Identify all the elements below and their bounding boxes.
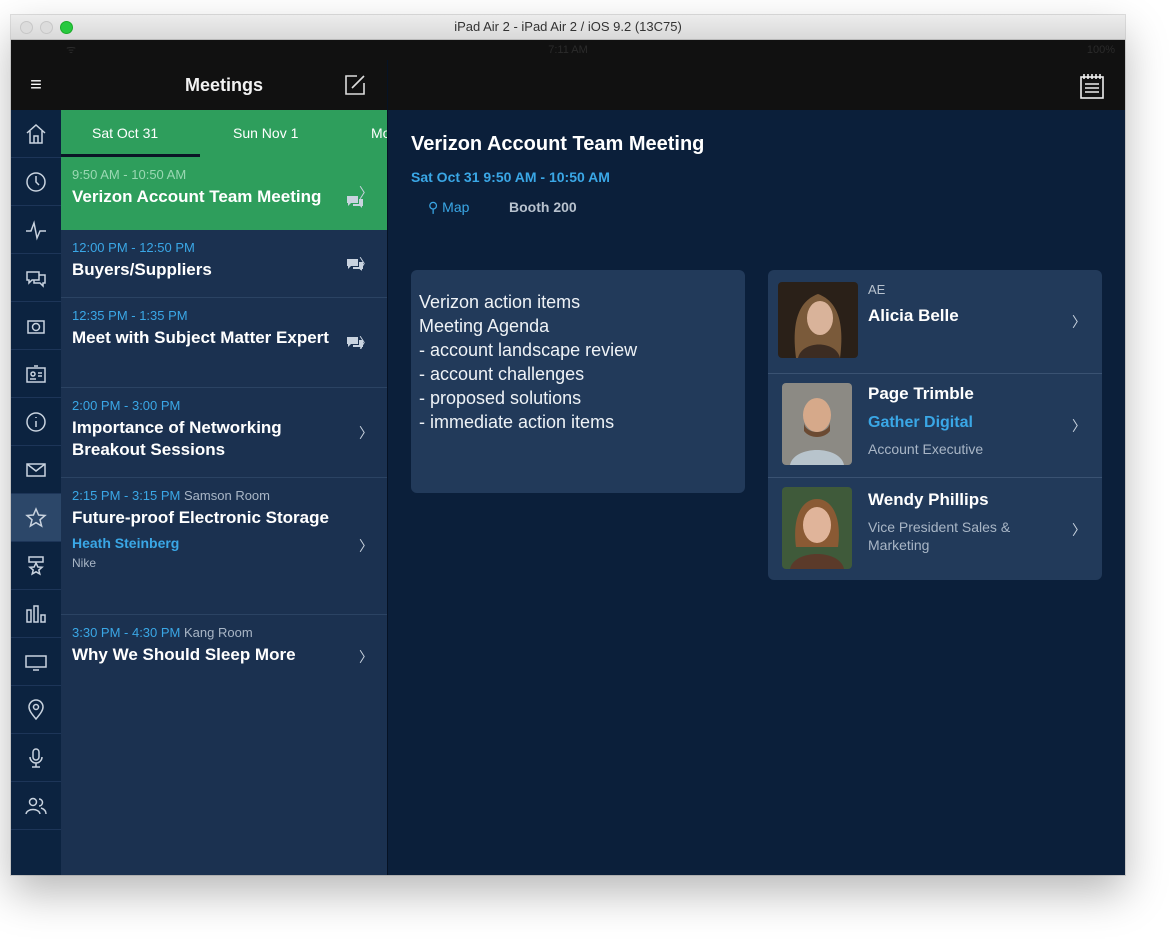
- window-title: iPad Air 2 - iPad Air 2 / iOS 9.2 (13C75…: [454, 19, 682, 34]
- meeting-name: Meet with Subject Matter Expert: [72, 328, 329, 347]
- meeting-time: 3:30 PM - 4:30 PM: [72, 625, 181, 640]
- camera-icon[interactable]: [11, 302, 61, 350]
- map-label: Map: [442, 199, 470, 215]
- meeting-organization: Nike: [72, 556, 97, 570]
- compose-icon[interactable]: [343, 73, 367, 97]
- menu-icon[interactable]: ≡: [11, 60, 61, 110]
- attendee-name: Alicia Belle: [868, 306, 959, 325]
- chevron-right-icon: 〉: [1072, 521, 1086, 538]
- avatar: [782, 383, 852, 465]
- notes-line: - proposed solutions: [419, 388, 582, 408]
- meeting-title: Verizon Account Team Meeting: [411, 133, 705, 155]
- chevron-right-icon: 〉: [359, 334, 373, 351]
- chevron-right-icon: 〉: [359, 185, 373, 201]
- meeting-list-item[interactable]: 2:00 PM - 3:00 PM Importance of Networki…: [61, 388, 387, 478]
- simulator-window: iPad Air 2 - iPad Air 2 / iOS 9.2 (13C75…: [11, 15, 1125, 875]
- meeting-detail-pane: Verizon Account Team Meeting Sat Oct 31 …: [388, 60, 1125, 875]
- display-icon[interactable]: [11, 638, 61, 686]
- title-bar: iPad Air 2 - iPad Air 2 / iOS 9.2 (13C75…: [11, 15, 1125, 40]
- activity-icon[interactable]: [11, 206, 61, 254]
- meeting-list-item[interactable]: 2:15 PM - 3:15 PM Samson Room Future-pro…: [61, 478, 387, 615]
- tab-date-sat-oct-31[interactable]: Sat Oct 31: [92, 110, 158, 157]
- meeting-list-item[interactable]: 9:50 AM - 10:50 AM Verizon Account Team …: [61, 157, 387, 230]
- date-tabs: Sat Oct 31 Sun Nov 1 Mo: [61, 110, 387, 157]
- meeting-name: Importance of Networking Breakout Sessio…: [72, 418, 282, 459]
- meeting-speaker: Heath Steinberg: [72, 535, 180, 551]
- chevron-right-icon: 〉: [359, 538, 373, 554]
- location-pin-icon[interactable]: [11, 686, 61, 734]
- meeting-datetime: Sat Oct 31 9:50 AM - 10:50 AM: [411, 169, 610, 185]
- chevron-right-icon: 〉: [1072, 417, 1086, 434]
- attendee-row[interactable]: Wendy Phillips Vice President Sales & Ma…: [768, 478, 1102, 580]
- meeting-name: Why We Should Sleep More: [72, 645, 296, 664]
- favorites-icon[interactable]: [11, 542, 61, 590]
- tab-date-mon[interactable]: Mo: [371, 110, 387, 157]
- meetings-list-pane: Meetings Sat Oct 31 Sun Nov 1 Mo 9:50 AM…: [61, 60, 388, 875]
- map-link[interactable]: ⚲ Map: [428, 199, 469, 216]
- attendee-name: Page Trimble: [868, 384, 974, 403]
- badge-icon[interactable]: [11, 350, 61, 398]
- zoom-window-button[interactable]: [60, 21, 73, 34]
- star-icon[interactable]: [11, 494, 61, 542]
- tab-date-sun-nov-1[interactable]: Sun Nov 1: [233, 110, 298, 157]
- home-icon[interactable]: [11, 110, 61, 158]
- attendee-title: Account Executive: [868, 441, 984, 457]
- chart-icon[interactable]: [11, 590, 61, 638]
- meeting-room: Samson Room: [184, 488, 270, 503]
- chevron-right-icon: 〉: [359, 255, 373, 272]
- notes-line: - immediate action items: [419, 412, 615, 432]
- meeting-list-item[interactable]: 12:35 PM - 1:35 PM Meet with Subject Mat…: [61, 298, 387, 388]
- detail-header: [388, 60, 1125, 110]
- meeting-notes-card: Verizon action items Meeting Agenda - ac…: [411, 270, 745, 493]
- clock-icon[interactable]: [11, 158, 61, 206]
- meeting-list-item[interactable]: 3:30 PM - 4:30 PM Kang Room Why We Shoul…: [61, 615, 387, 683]
- chevron-right-icon: 〉: [359, 649, 373, 665]
- meeting-time: 12:00 PM - 12:50 PM: [72, 240, 195, 255]
- location-pin-icon: ⚲: [428, 199, 439, 215]
- info-icon[interactable]: [11, 398, 61, 446]
- meeting-name: Buyers/Suppliers: [72, 260, 212, 279]
- status-time: 7:11 AM: [548, 44, 588, 56]
- meeting-time: 2:00 PM - 3:00 PM: [72, 398, 181, 413]
- chevron-right-icon: 〉: [359, 424, 373, 441]
- meeting-name: Verizon Account Team Meeting: [72, 187, 322, 206]
- meeting-location: Booth 200: [509, 199, 577, 215]
- avatar: [778, 282, 858, 358]
- attendee-company[interactable]: Gather Digital: [868, 414, 973, 432]
- notes-line: Meeting Agenda: [419, 316, 550, 336]
- attendee-title: Vice President Sales & Marketing: [868, 519, 1011, 553]
- people-icon[interactable]: [11, 782, 61, 830]
- ipad-screen: ᯤ 7:11 AM 100% ≡ Meetings Sat Oct 31 Sun…: [11, 40, 1125, 875]
- avatar: [782, 487, 852, 569]
- chevron-right-icon: 〉: [1072, 313, 1086, 330]
- meeting-time: 12:35 PM - 1:35 PM: [72, 308, 188, 323]
- list-header: Meetings: [61, 60, 387, 110]
- meeting-time: 2:15 PM - 3:15 PM: [72, 488, 181, 503]
- meeting-name: Future-proof Electronic Storage: [72, 508, 329, 527]
- chat-icon[interactable]: [11, 254, 61, 302]
- minimize-window-button[interactable]: [40, 21, 53, 34]
- meeting-list-item[interactable]: 12:00 PM - 12:50 PM Buyers/Suppliers 〉: [61, 230, 387, 298]
- meeting-room: Kang Room: [184, 625, 253, 640]
- attendee-row[interactable]: AE Alicia Belle 〉: [768, 270, 1102, 374]
- notes-icon[interactable]: [1079, 72, 1105, 100]
- battery-level: 100%: [1086, 44, 1115, 56]
- list-title: Meetings: [184, 75, 263, 95]
- status-bar: ᯤ 7:11 AM 100%: [11, 40, 1125, 60]
- meeting-time: 9:50 AM - 10:50 AM: [72, 167, 187, 182]
- attendee-role-tag: AE: [868, 282, 886, 297]
- attendee-row[interactable]: Page Trimble Gather Digital Account Exec…: [768, 374, 1102, 478]
- icon-sidebar: ≡: [11, 60, 62, 875]
- attendee-name: Wendy Phillips: [868, 490, 989, 509]
- notes-line: Verizon action items: [419, 292, 581, 312]
- notes-line: - account challenges: [419, 364, 585, 384]
- notes-line: - account landscape review: [419, 340, 638, 360]
- close-window-button[interactable]: [20, 21, 33, 34]
- mail-icon[interactable]: [11, 446, 61, 494]
- microphone-icon[interactable]: [11, 734, 61, 782]
- attendees-card: AE Alicia Belle 〉 Page Trimble Gather Di…: [768, 270, 1102, 580]
